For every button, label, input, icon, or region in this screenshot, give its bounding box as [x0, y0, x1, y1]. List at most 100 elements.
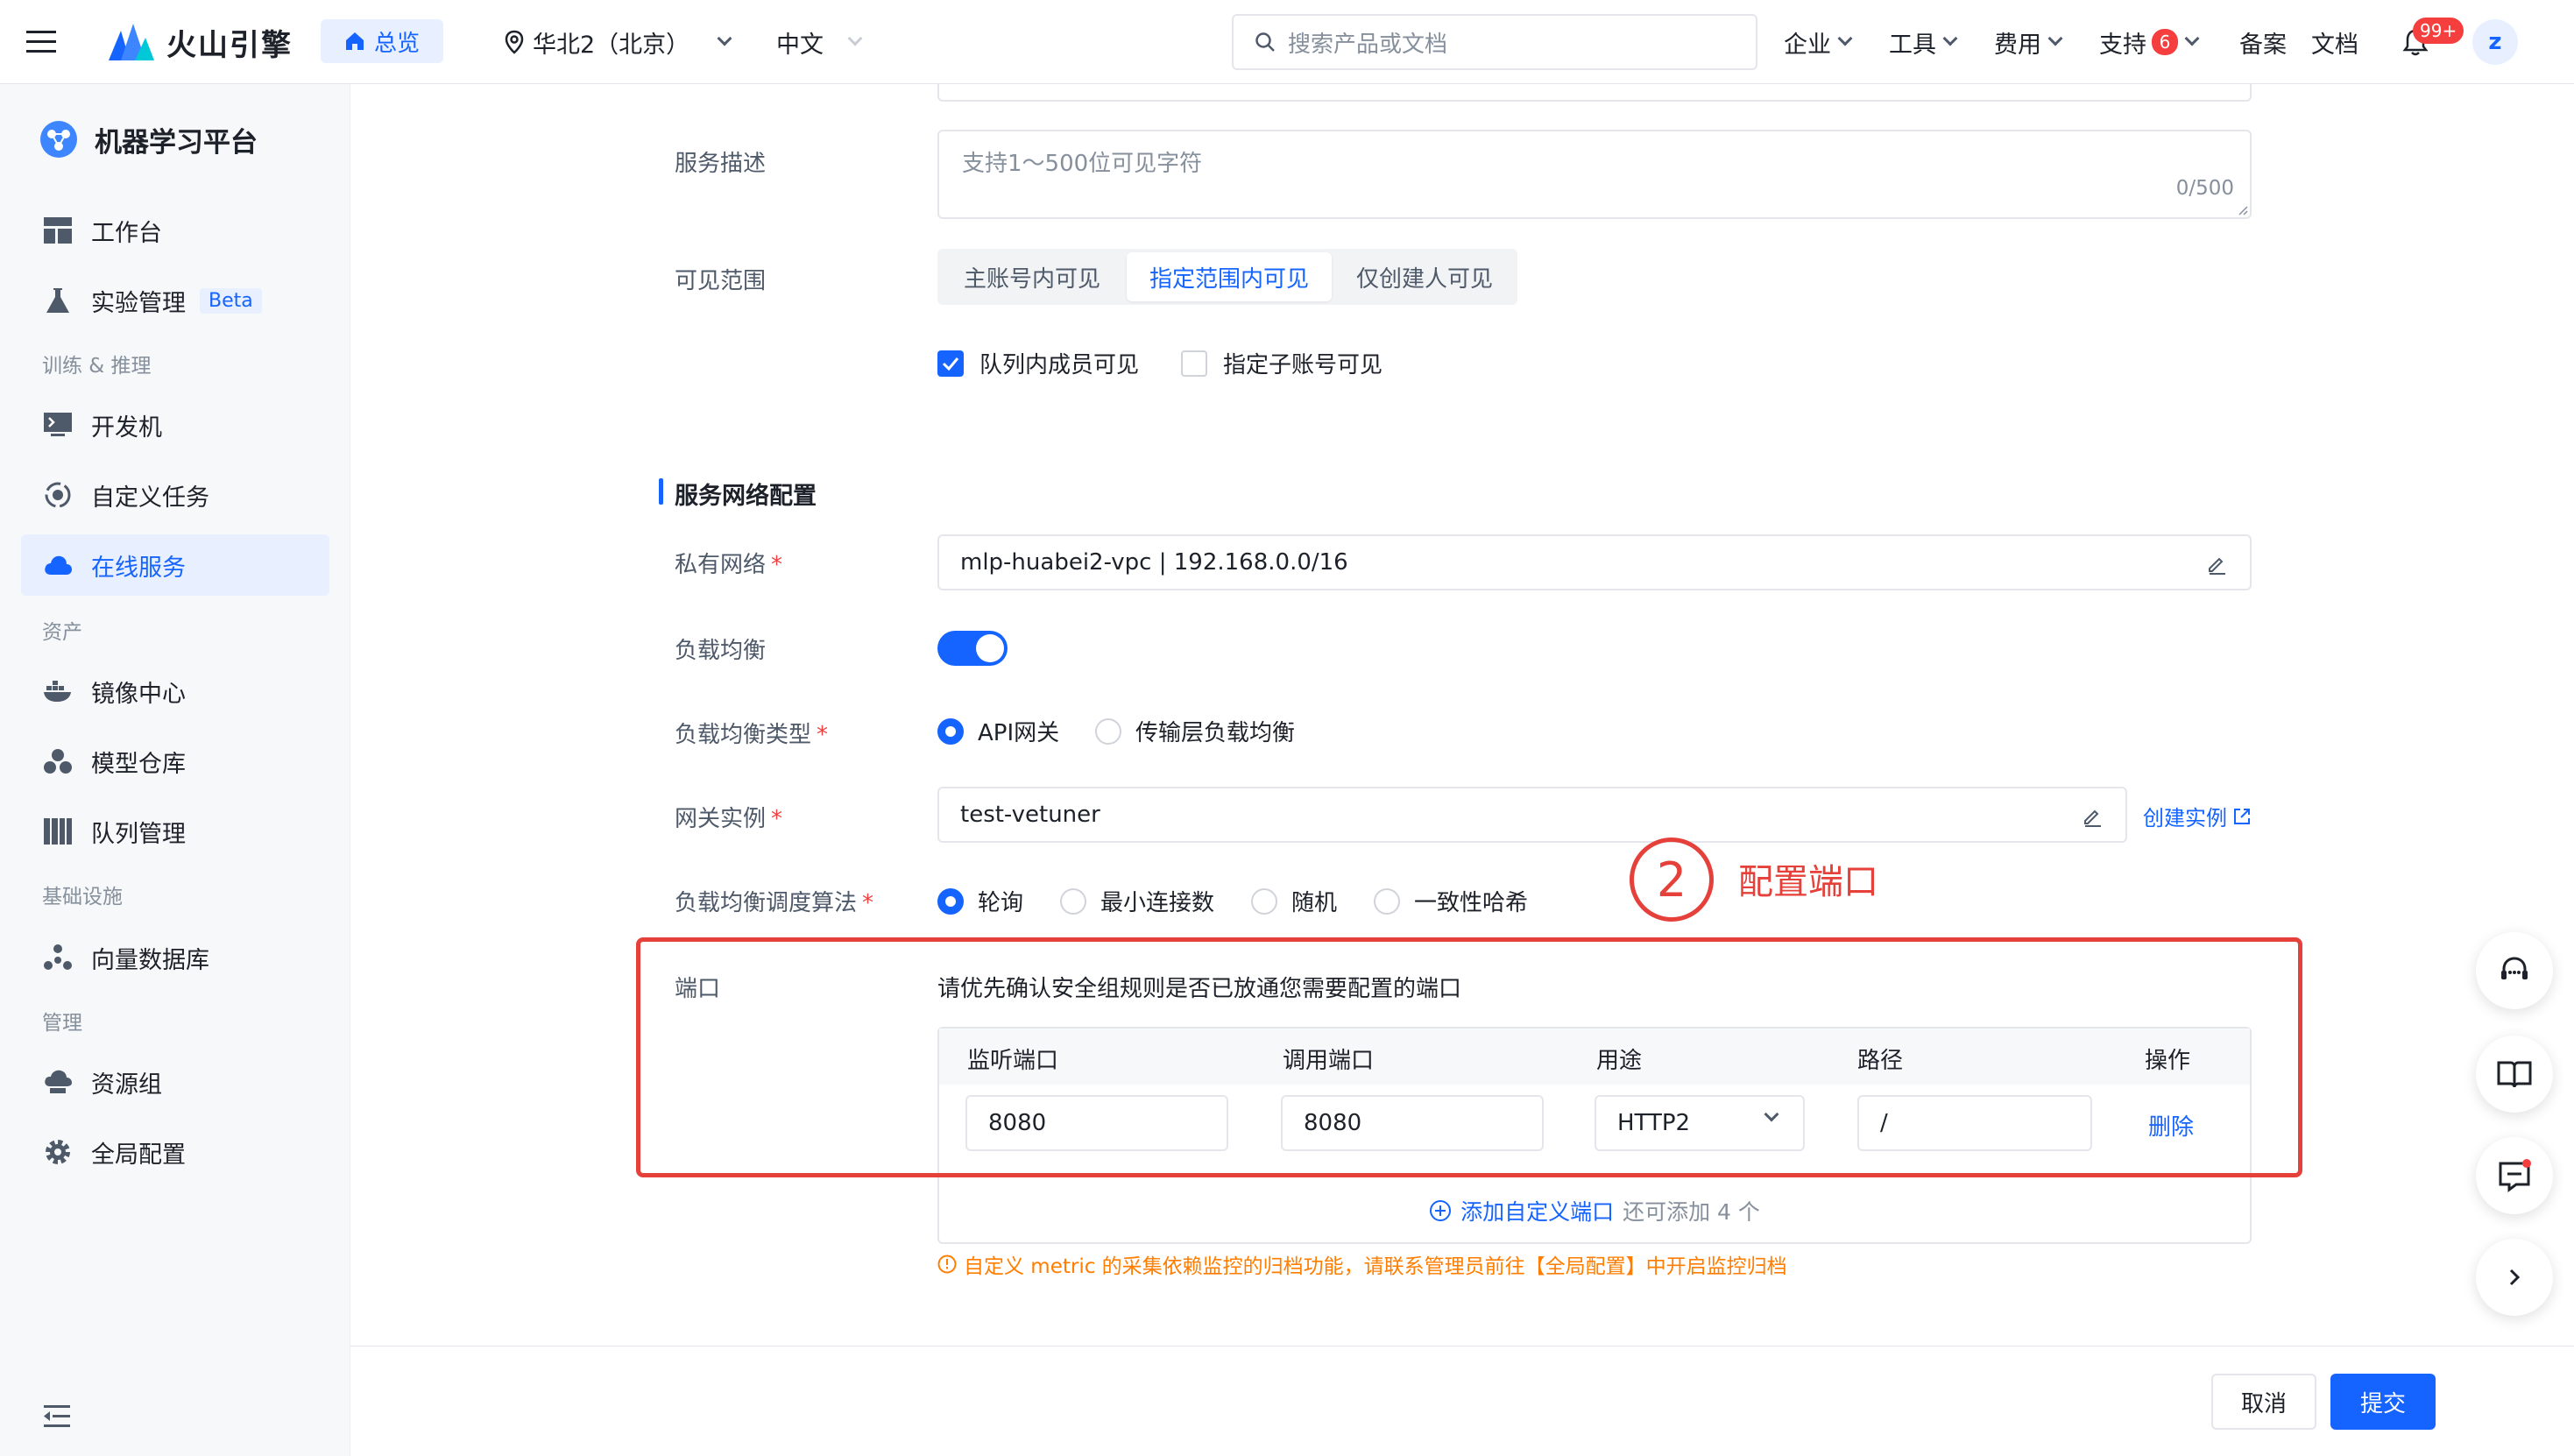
vpc-field[interactable]: mlp-huabei2-vpc | 192.168.0.0/16 — [937, 534, 2252, 590]
visibility-label: 可见范围 — [675, 268, 767, 294]
sidebar-item-workbench[interactable]: 工作台 — [21, 200, 329, 261]
top-header: 火山引擎 总览 华北2（北京） 中文 搜索产品或文档 企业 工具 费用 支持 6… — [0, 0, 2574, 84]
sidebar-item-label: 在线服务 — [91, 554, 186, 582]
sidebar-item-queue-mgmt[interactable]: 队列管理 — [21, 801, 329, 862]
create-instance-link[interactable]: 创建实例 — [2143, 801, 2252, 831]
visibility-option-main[interactable]: 主账号内可见 — [941, 252, 1123, 301]
add-port-remaining: 还可添加 4 个 — [1623, 1199, 1760, 1225]
search-input[interactable]: 搜索产品或文档 — [1232, 14, 1757, 70]
sidebar-item-label: 资源组 — [91, 1071, 162, 1099]
feedback-float-button[interactable] — [2476, 1137, 2553, 1214]
ports-table-header — [939, 1028, 2250, 1085]
submit-button[interactable]: 提交 — [2330, 1374, 2436, 1430]
avatar[interactable]: z — [2472, 19, 2518, 65]
checkbox-queue-label: 队列内成员可见 — [979, 352, 1140, 378]
lb-toggle[interactable] — [937, 631, 1008, 666]
sidebar-item-experiments[interactable]: 实验管理 Beta — [21, 270, 329, 331]
radio-checked-icon — [937, 887, 964, 915]
resize-handle-icon[interactable] — [2238, 205, 2248, 216]
expand-float-button[interactable] — [2476, 1239, 2553, 1316]
sidebar-item-devmachine[interactable]: 开发机 — [21, 394, 329, 456]
cancel-button[interactable]: 取消 — [2211, 1374, 2316, 1430]
delete-port-button[interactable]: 删除 — [2148, 1109, 2194, 1141]
sidebar-item-online-service[interactable]: 在线服务 — [21, 534, 329, 596]
task-cycle-icon — [42, 479, 74, 511]
visibility-segmented: 主账号内可见 指定范围内可见 仅创建人可见 — [937, 249, 1517, 305]
queue-icon — [42, 816, 74, 847]
chevron-down-icon — [717, 31, 732, 46]
info-icon — [937, 1255, 957, 1274]
nav-filing[interactable]: 备案 — [2239, 0, 2287, 84]
sidebar-item-label: 向量数据库 — [91, 946, 209, 974]
visibility-option-scoped[interactable]: 指定范围内可见 — [1127, 252, 1332, 301]
region-selector[interactable]: 华北2（北京） — [505, 0, 732, 84]
vpc-label-text: 私有网络 — [675, 552, 767, 578]
flask-icon — [42, 285, 74, 316]
col-header-usage: 用途 — [1596, 1048, 1643, 1074]
vpc-value: mlp-huabei2-vpc | 192.168.0.0/16 — [960, 549, 1348, 576]
volcano-logo-icon — [109, 22, 154, 62]
edit-icon[interactable] — [2206, 554, 2227, 575]
gateway-label: 网关实例 * — [675, 801, 782, 833]
gateway-field[interactable]: test-vetuner — [937, 787, 2127, 843]
sidebar-item-image-center[interactable]: 镜像中心 — [21, 661, 329, 722]
nav-docs[interactable]: 文档 — [2311, 0, 2358, 84]
radio-api-gateway[interactable]: API网关 — [937, 715, 1059, 747]
terminal-icon — [42, 409, 74, 441]
nav-billing[interactable]: 费用 — [1994, 0, 2063, 84]
sidebar-item-global-config[interactable]: 全局配置 — [21, 1121, 329, 1183]
docs-float-button[interactable] — [2476, 1035, 2553, 1113]
language-selector[interactable]: 中文 — [776, 0, 863, 84]
description-textarea[interactable]: 支持1～500位可见字符 0/500 — [937, 130, 2252, 219]
sidebar-group-admin: 管理 — [42, 1012, 82, 1035]
gear-icon — [42, 1136, 74, 1168]
edit-icon[interactable] — [2082, 806, 2103, 827]
ports-hint: 请优先确认安全组规则是否已放通您需要配置的端口 — [937, 976, 1462, 1002]
sidebar: 机器学习平台 工作台 实验管理 Beta 训练 & 推理 开发机 自定义任务 在… — [0, 84, 350, 1456]
message-icon — [2497, 1158, 2532, 1193]
radio-unchecked-icon — [1374, 887, 1400, 915]
checkbox-queue-members[interactable]: 队列内成员可见 — [937, 347, 1139, 379]
usage-select[interactable]: HTTP2 — [1595, 1095, 1805, 1151]
radio-least-conn[interactable]: 最小连接数 — [1060, 885, 1214, 917]
listen-port-input[interactable]: 8080 — [965, 1095, 1228, 1151]
overview-button[interactable]: 总览 — [321, 19, 443, 63]
collapse-sidebar-icon[interactable] — [44, 1405, 72, 1428]
sidebar-item-model-repo[interactable]: 模型仓库 — [21, 731, 329, 792]
radio-unchecked-icon — [1095, 717, 1121, 745]
support-badge: 6 — [2152, 29, 2178, 55]
language-label: 中文 — [776, 31, 824, 59]
search-icon — [1255, 32, 1276, 53]
add-port-button[interactable]: 添加自定义端口 — [1429, 1195, 1614, 1226]
sidebar-group-train: 训练 & 推理 — [42, 355, 152, 378]
radio-api-gateway-label: API网关 — [978, 720, 1060, 746]
nav-enterprise[interactable]: 企业 — [1784, 0, 1853, 84]
nav-tools[interactable]: 工具 — [1889, 0, 1958, 84]
gateway-label-text: 网关实例 — [675, 806, 767, 832]
radio-random-label: 随机 — [1291, 890, 1338, 916]
sidebar-item-resource-group[interactable]: 资源组 — [21, 1051, 329, 1113]
radio-consistent-hash[interactable]: 一致性哈希 — [1374, 885, 1528, 917]
annotation-text: 配置端口 — [1738, 862, 1878, 902]
path-value: / — [1880, 1110, 1888, 1136]
path-input[interactable]: / — [1857, 1095, 2092, 1151]
radio-random[interactable]: 随机 — [1251, 885, 1337, 917]
sidebar-item-vector-db[interactable]: 向量数据库 — [21, 927, 329, 988]
lb-type-label: 负载均衡类型 * — [675, 717, 828, 749]
description-placeholder: 支持1～500位可见字符 — [962, 151, 1203, 177]
checkbox-subaccount[interactable]: 指定子账号可见 — [1181, 347, 1382, 379]
customer-service-button[interactable] — [2476, 932, 2553, 1009]
nav-support[interactable]: 支持 6 — [2099, 0, 2200, 84]
sidebar-item-custom-task[interactable]: 自定义任务 — [21, 464, 329, 526]
create-instance-label: 创建实例 — [2143, 806, 2227, 830]
service-name-input-remnant[interactable] — [937, 84, 2252, 102]
radio-round-robin[interactable]: 轮询 — [937, 885, 1023, 917]
menu-icon[interactable] — [26, 0, 58, 84]
call-port-input[interactable]: 8080 — [1281, 1095, 1544, 1151]
radio-transport-lb[interactable]: 传输层负载均衡 — [1095, 715, 1295, 747]
brand-logo[interactable]: 火山引擎 — [109, 0, 293, 84]
sidebar-item-label: 工作台 — [91, 219, 162, 247]
checkbox-subaccount-label: 指定子账号可见 — [1223, 352, 1383, 378]
visibility-option-creator[interactable]: 仅创建人可见 — [1335, 252, 1514, 301]
checkbox-checked-icon — [937, 350, 964, 377]
